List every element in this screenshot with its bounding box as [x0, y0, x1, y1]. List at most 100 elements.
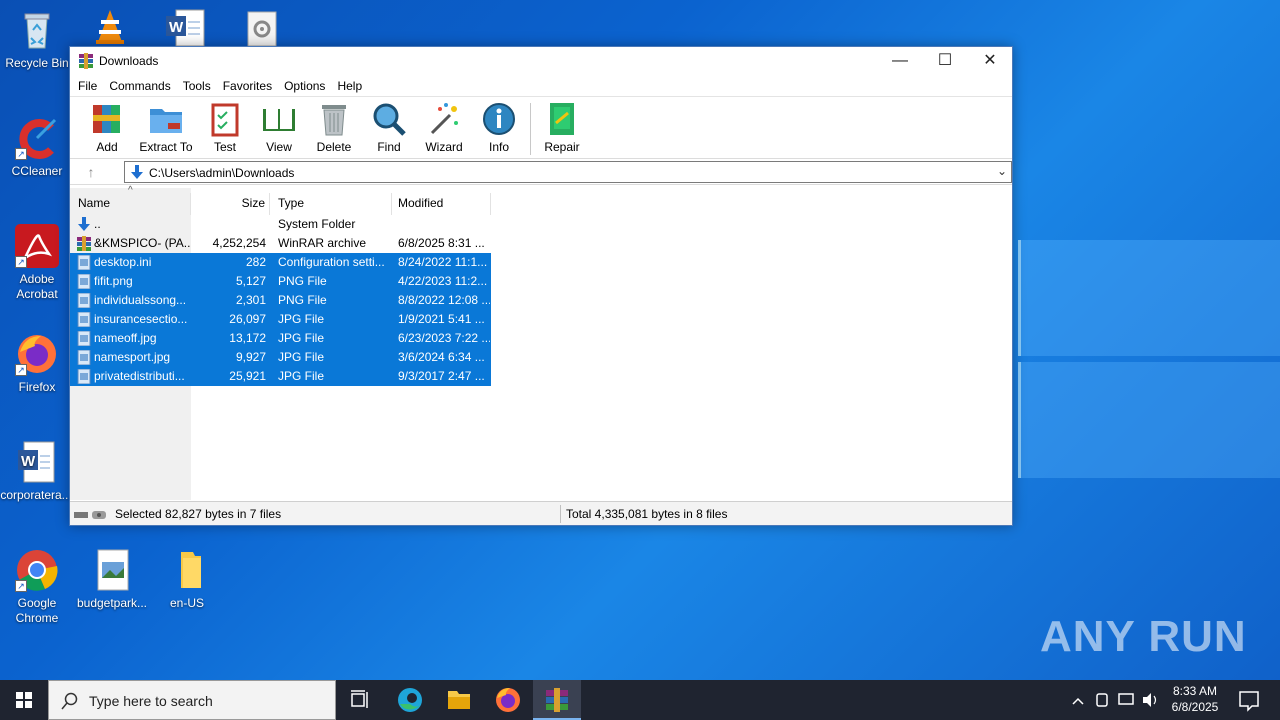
edge-button[interactable]: [386, 680, 434, 720]
wizard-button[interactable]: Wizard: [416, 101, 472, 154]
desktop-icon-budgetpark[interactable]: budgetpark...: [76, 548, 148, 611]
add-button[interactable]: Add: [79, 101, 135, 154]
winrar-window[interactable]: Downloads — ☐ ✕ File Commands Tools Favo…: [69, 46, 1013, 526]
file-explorer-icon: [448, 691, 470, 709]
file-name: nameoff.jpg: [94, 331, 157, 345]
file-row[interactable]: namesport.jpg 9,927 JPG File 3/6/2024 6:34 …: [70, 348, 491, 367]
windows-logo-wallpaper: [1018, 240, 1280, 480]
info-button[interactable]: Info: [471, 101, 527, 154]
file-icon: [77, 330, 91, 347]
menu-tools[interactable]: Tools: [177, 79, 217, 93]
test-clipboard-icon: [207, 101, 243, 137]
file-modified: 3/6/2024 6:34 ...: [398, 350, 485, 364]
desktop-icon-adobe-acrobat[interactable]: ↗ Adobe Acrobat: [1, 224, 73, 302]
firefox-icon: ↗: [15, 332, 59, 376]
delete-button[interactable]: Delete: [306, 101, 362, 154]
desktop-icon-google-chrome[interactable]: ↗ Google Chrome: [1, 548, 73, 626]
adobe-acrobat-icon: ↗: [15, 224, 59, 268]
column-header-modified[interactable]: Modified: [398, 193, 491, 215]
file-size: 2,301: [235, 293, 266, 307]
desktop-icon-ccleaner[interactable]: ↗ CCleaner: [1, 116, 73, 179]
file-row[interactable]: fifit.png 5,127 PNG File 4/22/2023 11:2...: [70, 272, 491, 291]
maximize-button[interactable]: ☐: [922, 47, 968, 75]
window-title: Downloads: [99, 54, 159, 68]
test-button[interactable]: Test: [197, 101, 253, 154]
menu-options[interactable]: Options: [278, 79, 331, 93]
file-size: 5,127: [235, 274, 266, 288]
file-explorer-button[interactable]: [435, 680, 483, 720]
clock-time: 8:33 AM: [1172, 684, 1218, 698]
extract-to-button[interactable]: Extract To: [138, 101, 194, 154]
menu-favorites[interactable]: Favorites: [217, 79, 278, 93]
start-button[interactable]: [0, 680, 48, 720]
find-label: Find: [377, 140, 401, 154]
file-name: ..: [94, 217, 101, 231]
extract-folder-icon: [148, 101, 184, 137]
file-modified: 6/23/2023 7:22 ...: [398, 331, 490, 345]
menu-file[interactable]: File: [72, 79, 103, 93]
extract-to-label: Extract To: [139, 140, 193, 154]
column-header-name[interactable]: Name: [78, 193, 191, 215]
minimize-button[interactable]: —: [877, 47, 923, 75]
desktop-icon-label: Adobe Acrobat: [16, 272, 58, 301]
file-type: JPG File: [278, 331, 325, 345]
repair-button[interactable]: Repair: [534, 101, 590, 154]
repair-kit-icon: [544, 101, 580, 137]
notifications-button[interactable]: [1228, 680, 1268, 720]
clock-date: 6/8/2025: [1171, 700, 1219, 714]
file-row[interactable]: insurancesectio... 26,097 JPG File 1/9/2021…: [70, 310, 491, 329]
file-row[interactable]: desktop.ini 282 Configuration setti... 8/24…: [70, 253, 491, 272]
desktop-icon-firefox[interactable]: ↗ Firefox: [1, 332, 73, 395]
up-arrow-icon[interactable]: ↑: [82, 163, 100, 181]
desktop-icon-label: Recycle Bin: [5, 56, 69, 70]
title-bar[interactable]: Downloads — ☐ ✕: [70, 47, 1012, 75]
column-header-size[interactable]: Size: [191, 193, 270, 215]
file-size: 4,252,254: [212, 236, 266, 250]
path-field[interactable]: C:\Users\admin\Downloads ⌄: [124, 161, 1012, 183]
desktop-icon-label: budgetpark...: [76, 596, 148, 610]
clock[interactable]: 8:33 AM 6/8/2025: [1162, 683, 1228, 715]
meet-now-icon: [1096, 693, 1108, 707]
task-view-icon: [351, 690, 368, 708]
view-button[interactable]: View: [251, 101, 307, 154]
word-doc-icon[interactable]: W: [164, 8, 206, 48]
file-name: insurancesectio...: [94, 312, 188, 326]
file-row[interactable]: privatedistributi... 25,921 JPG File 9/3/20…: [70, 367, 491, 386]
wizard-label: Wizard: [425, 140, 463, 154]
file-type: PNG File: [278, 274, 327, 288]
desktop-icon-corporatera[interactable]: W corporatera...: [0, 440, 72, 503]
taskbar-search-box[interactable]: Type here to search: [48, 680, 336, 720]
find-button[interactable]: Find: [361, 101, 417, 154]
svg-text:W: W: [169, 19, 184, 36]
vlc-icon[interactable]: [90, 6, 130, 46]
file-name: individualssong...: [94, 293, 187, 307]
download-arrow-icon: [129, 164, 145, 180]
settings-file-icon[interactable]: [244, 10, 280, 47]
drive-icon[interactable]: [74, 509, 110, 519]
file-row[interactable]: .. System Folder: [70, 215, 491, 234]
menu-commands[interactable]: Commands: [103, 79, 176, 93]
column-header-type[interactable]: Type: [278, 193, 392, 215]
file-modified: 8/24/2022 11:1...: [398, 255, 488, 269]
file-row[interactable]: individualssong... 2,301 PNG File 8/8/2022 …: [70, 291, 491, 310]
menu-help[interactable]: Help: [331, 79, 368, 93]
chevron-down-icon[interactable]: ⌄: [997, 164, 1007, 178]
file-size: 282: [245, 255, 266, 269]
task-view-button[interactable]: [336, 680, 384, 720]
chrome-icon: ↗: [15, 548, 59, 592]
view-label: View: [266, 140, 292, 154]
desktop-icon-en-us[interactable]: en-US: [151, 548, 223, 611]
file-name: fifit.png: [94, 274, 133, 288]
winrar-taskbar-button[interactable]: [533, 680, 581, 720]
desktop-icon-label: CCleaner: [11, 164, 63, 178]
file-row[interactable]: &KMSPICO- (PA... 4,252,254 WinRAR archive 6…: [70, 234, 491, 253]
file-list[interactable]: Name ^ Size Type Modified .. System Folde…: [70, 185, 1012, 500]
close-button[interactable]: ✕: [967, 47, 1013, 75]
desktop-icon-recycle-bin[interactable]: Recycle Bin: [1, 8, 73, 71]
chevron-up-icon: [1072, 697, 1084, 705]
delete-label: Delete: [316, 140, 352, 154]
magic-wand-icon: [426, 101, 462, 137]
test-label: Test: [213, 140, 236, 154]
file-row[interactable]: nameoff.jpg 13,172 JPG File 6/23/2023 7:22 …: [70, 329, 491, 348]
firefox-taskbar-button[interactable]: [484, 680, 532, 720]
